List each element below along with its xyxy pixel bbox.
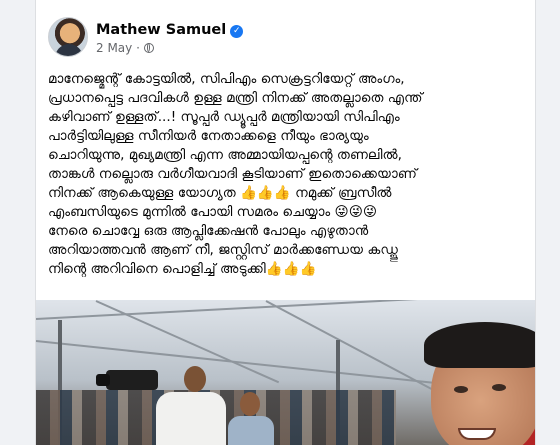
tent-frame	[265, 300, 444, 396]
author-avatar[interactable]	[48, 17, 88, 57]
selfie-hair	[424, 322, 535, 368]
author-row: Mathew Samuel ✓	[96, 19, 244, 39]
post-text-line: നേരെ ചൊവ്വേ ഒരു ആപ്ലിക്കേഷൻ പോലും എഴുതാൻ	[48, 223, 369, 239]
selfie-eye	[454, 386, 468, 393]
post-text-line: താങ്കൾ നല്ലൊരു വർഗീയവാദി കൂടിയാണ് ഇതൊക്ക…	[48, 166, 417, 182]
selfie-eye	[492, 384, 506, 391]
camera-lens	[96, 374, 110, 386]
author-name[interactable]: Mathew Samuel	[96, 22, 226, 38]
cameraman-head	[184, 366, 206, 392]
cameraman	[156, 392, 226, 445]
post-text-line: എംബസിയുടെ മുന്നിൽ പോയി സമരം ചെയ്യാം 😜😜😜	[48, 204, 378, 220]
post-meta: 2 May ·	[96, 41, 154, 55]
globe-icon[interactable]	[143, 43, 154, 53]
post-photo[interactable]	[36, 300, 535, 445]
bystander	[228, 416, 274, 445]
meta-separator: ·	[136, 41, 140, 55]
verified-badge-icon: ✓	[230, 25, 244, 38]
post-text-line: പാർട്ടിയിലുള്ള സീനിയർ നേതാക്കളെ നീയും ഭാ…	[48, 128, 369, 144]
bystander-head	[240, 392, 260, 416]
post-text: മാനേജ്മെന്റ് കോട്ടയിൽ, സിപിഎം സെക്രട്ടറി…	[48, 70, 523, 279]
post-date[interactable]: 2 May	[96, 41, 132, 55]
post-text-line: നിന്റെ അറിവിനെ പൊളിച്ച് അടുക്കി👍👍👍	[48, 261, 317, 277]
post-card: Mathew Samuel ✓ 2 May · മാനേജ്മെന്റ് കോട്…	[35, 0, 536, 445]
post-text-line: പ്രധാനപ്പെട്ട പദവികൾ ഉള്ള മന്ത്രി നിനക്ക…	[48, 90, 423, 106]
avatar-shirt	[55, 44, 83, 56]
post-text-line: കഴിവാണ് ഉള്ളത്...! സൂപ്പർ ഡ്യൂപ്പർ മന്ത്…	[48, 109, 400, 125]
selfie-mouth	[458, 428, 496, 440]
post-text-line: അറിയാത്തവൻ ആണ് നീ, ജസ്റ്റിസ് മാർക്കണ്ഡേയ…	[48, 242, 398, 258]
video-camera	[106, 370, 158, 390]
post-text-line: ചൊറിയുന്നു, മുഖ്യമന്ത്രി എന്ന അമ്മായിയപ്…	[48, 147, 402, 163]
post-text-line: മാനേജ്മെന്റ് കോട്ടയിൽ, സിപിഎം സെക്രട്ടറി…	[48, 71, 405, 87]
post-header: Mathew Samuel ✓ 2 May ·	[48, 17, 523, 61]
post-text-line: നിനക്ക് ആകെയുള്ള യോഗ്യത 👍👍👍 നമുക്ക് ബ്രസ…	[48, 185, 392, 201]
